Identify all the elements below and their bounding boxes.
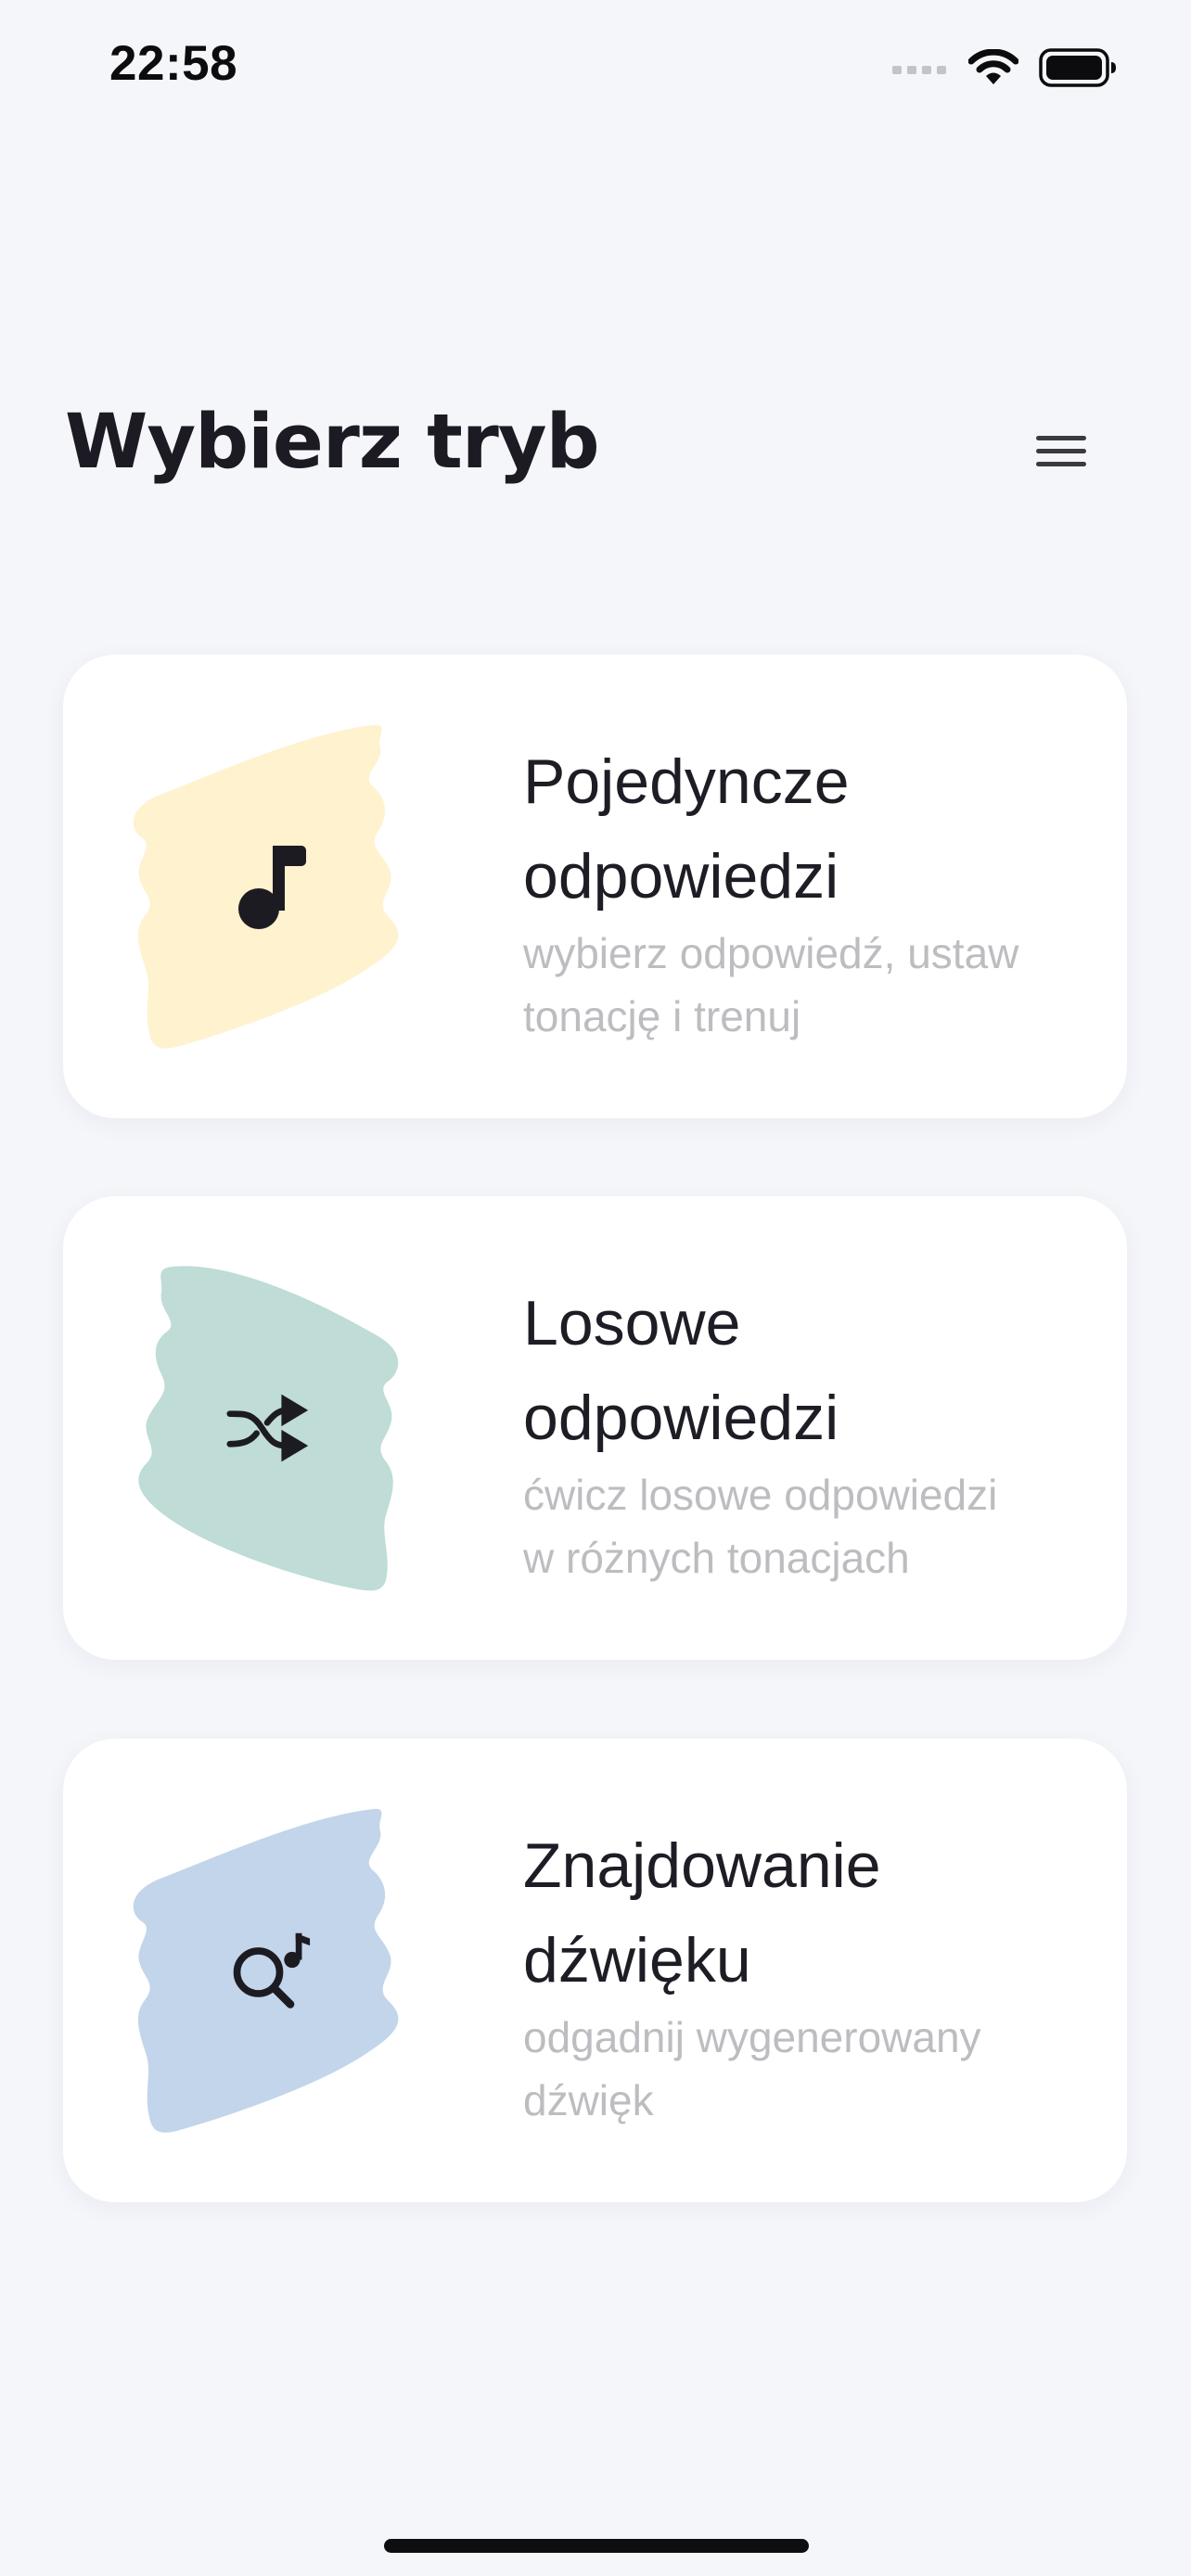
mode-icon-background	[130, 1805, 408, 2136]
cellular-signal-icon	[892, 66, 946, 74]
home-indicator[interactable]	[384, 2539, 809, 2553]
mode-title-line: odpowiedzi	[523, 841, 839, 912]
search-music-icon	[233, 1932, 311, 2009]
menu-button[interactable]	[1020, 414, 1102, 488]
mode-description-line: ćwicz losowe odpowiedzi	[523, 1471, 998, 1519]
mode-icon-background	[130, 1263, 408, 1593]
status-time: 22:58	[109, 36, 238, 91]
shuffle-icon	[226, 1394, 309, 1462]
mode-title-line: dźwięku	[523, 1925, 751, 1996]
mode-card-find-sound[interactable]: Znajdowanie dźwięku odgadnij wygenerowan…	[63, 1739, 1127, 2202]
status-icons	[892, 46, 1117, 89]
mode-description-line: dźwięk	[523, 2076, 654, 2124]
mode-icon-background	[130, 721, 408, 1052]
battery-icon	[1039, 48, 1116, 87]
mode-card-single-answers[interactable]: Pojedyncze odpowiedzi wybierz odpowiedź,…	[63, 655, 1127, 1118]
mode-title-line: Pojedyncze	[523, 746, 850, 817]
page-title: Wybierz tryb	[65, 399, 600, 486]
mode-title-line: Znajdowanie	[523, 1830, 881, 1901]
mode-title-line: odpowiedzi	[523, 1383, 839, 1453]
hamburger-menu-icon	[1036, 436, 1086, 466]
mode-description-line: wybierz odpowiedź, ustaw	[523, 929, 1019, 977]
mode-title-line: Losowe	[523, 1288, 741, 1358]
music-note-icon	[238, 846, 306, 929]
wifi-icon	[968, 49, 1018, 84]
mode-description-line: odgadnij wygenerowany	[523, 2013, 981, 2061]
mode-description-line: w różnych tonacjach	[523, 1534, 910, 1582]
mode-description-line: tonację i trenuj	[523, 992, 801, 1040]
mode-card-random-answers[interactable]: Losowe odpowiedzi ćwicz losowe odpowiedz…	[63, 1196, 1127, 1660]
